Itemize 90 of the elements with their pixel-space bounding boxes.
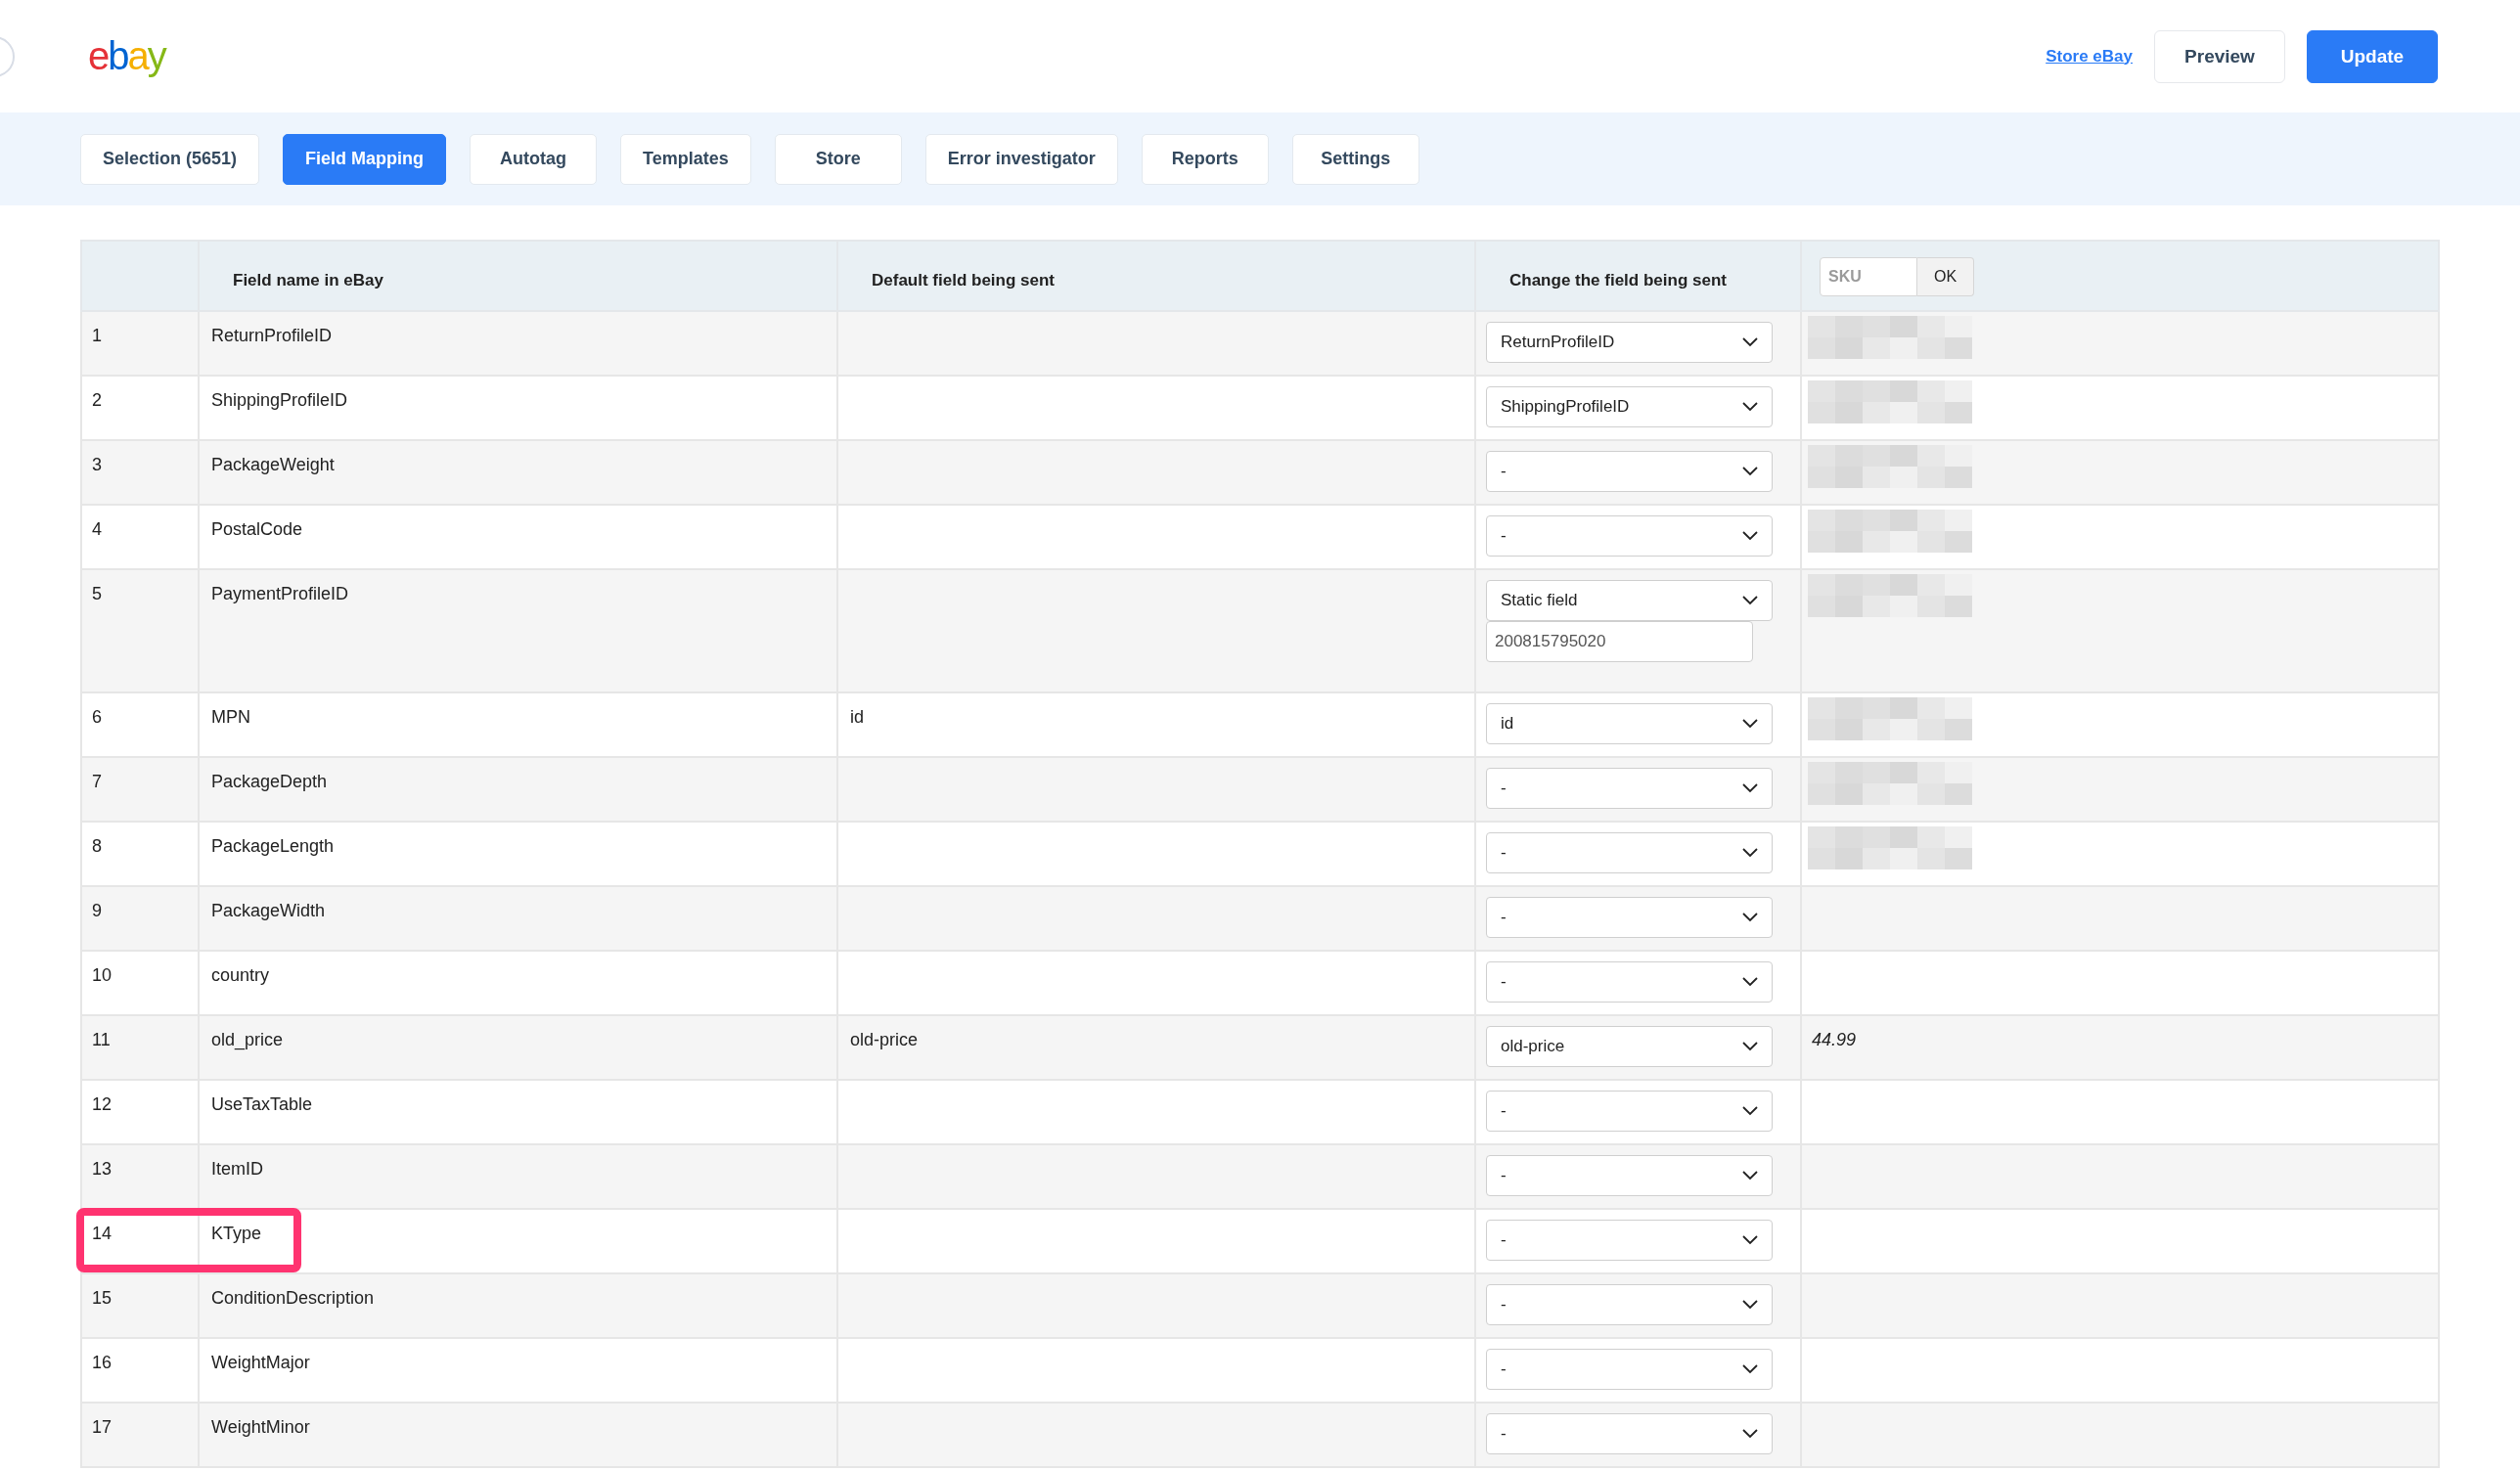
tab[interactable]: Field Mapping [283,133,447,185]
field-name: ReturnProfileID [211,326,333,345]
chevron-down-icon [1742,1171,1758,1181]
field-name: MPN [211,707,250,727]
field-select[interactable]: Static field [1486,580,1773,621]
field-select[interactable]: id [1486,703,1773,744]
row-number: 15 [92,1288,112,1308]
row-number: 7 [92,772,102,791]
column-header: Default field being sent [872,271,1056,290]
row-number: 13 [92,1159,112,1179]
sku-field[interactable]: SKU [1820,257,1917,296]
field-name: ShippingProfileID [211,390,348,410]
field-name: PackageDepth [211,772,328,791]
row-number: 2 [92,390,102,410]
field-name: ConditionDescription [211,1288,375,1308]
chevron-down-icon [1742,848,1758,858]
chevron-down-icon [1742,1364,1758,1374]
chevron-down-icon [1742,783,1758,793]
field-select[interactable]: - [1486,1155,1773,1196]
column-header: Field name in eBay [233,271,383,290]
field-name: WeightMajor [211,1353,310,1372]
preview-value: 44.99 [1812,1030,1857,1050]
row-number: 4 [92,519,102,539]
side-toggle-icon[interactable] [0,35,16,78]
chevron-down-icon [1742,913,1758,922]
chevron-down-icon [1742,402,1758,412]
row-number: 14 [92,1224,112,1243]
chevron-down-icon [1742,531,1758,541]
ok-button[interactable]: OK [1917,257,1974,296]
field-name: PostalCode [211,519,303,539]
row-number: 9 [92,901,102,920]
row-number: 16 [92,1353,112,1372]
tab[interactable]: Reports [1141,133,1269,185]
field-select[interactable]: - [1486,961,1773,1003]
chevron-down-icon [1742,1106,1758,1116]
chevron-down-icon [1742,1300,1758,1310]
update-button[interactable]: Update [2307,29,2438,83]
row-number: 17 [92,1417,112,1437]
field-select[interactable]: - [1486,897,1773,938]
tab[interactable]: Autotag [470,133,598,185]
chevron-down-icon [1742,1235,1758,1245]
field-select[interactable]: - [1486,768,1773,809]
row-number: 8 [92,836,102,856]
row-number: 10 [92,965,112,985]
chevron-down-icon [1742,1429,1758,1439]
field-name: KType [211,1224,262,1243]
default-field: id [850,707,864,727]
row-number: 3 [92,455,102,474]
store-link[interactable]: Store eBay [2046,46,2133,67]
field-select[interactable]: - [1486,515,1773,557]
field-select[interactable]: ReturnProfileID [1486,322,1773,363]
field-name: UseTaxTable [211,1094,313,1114]
tab[interactable]: Selection (5651) [80,133,260,185]
field-select[interactable]: - [1486,1413,1773,1454]
row-number: 12 [92,1094,112,1114]
row-number: 6 [92,707,102,727]
chevron-down-icon [1742,977,1758,987]
static-value-field[interactable]: 200815795020 [1486,621,1753,662]
row-number: 1 [92,326,102,345]
field-name: country [211,965,270,985]
field-select[interactable]: old-price [1486,1026,1773,1067]
field-select[interactable]: - [1486,451,1773,492]
field-name: PackageLength [211,836,335,856]
column-header: Change the field being sent [1509,271,1727,290]
chevron-down-icon [1742,1042,1758,1051]
field-name: ItemID [211,1159,263,1179]
preview-button[interactable]: Preview [2154,29,2285,83]
field-name: WeightMinor [211,1417,310,1437]
tab[interactable]: Store [774,133,902,185]
tab[interactable]: Settings [1291,133,1419,185]
field-select[interactable]: - [1486,832,1773,873]
ebay-logo: ebay [88,34,165,78]
tab[interactable]: Error investigator [924,133,1118,185]
field-name: PackageWidth [211,901,326,920]
chevron-down-icon [1742,596,1758,605]
row-number: 11 [92,1030,111,1049]
field-name: old_price [211,1030,284,1049]
field-select[interactable]: - [1486,1284,1773,1325]
field-select[interactable]: - [1486,1349,1773,1390]
field-select[interactable]: - [1486,1091,1773,1132]
chevron-down-icon [1742,337,1758,347]
row-number: 5 [92,584,102,603]
field-select[interactable]: - [1486,1220,1773,1261]
field-select[interactable]: ShippingProfileID [1486,386,1773,427]
chevron-down-icon [1742,719,1758,729]
chevron-down-icon [1742,467,1758,476]
default-field: old-price [850,1030,919,1049]
tab[interactable]: Templates [620,133,751,185]
field-name: PaymentProfileID [211,584,349,603]
field-name: PackageWeight [211,455,335,474]
